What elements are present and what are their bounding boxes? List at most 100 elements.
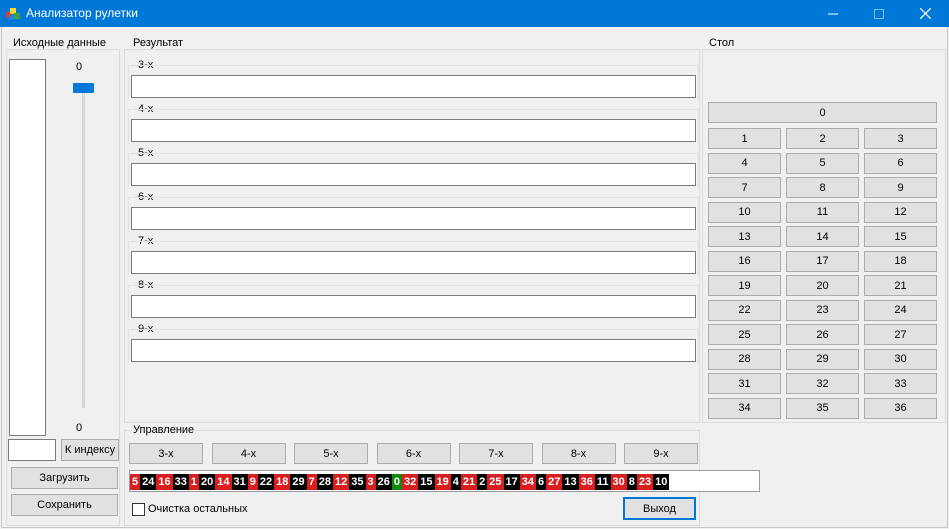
control-button-5[interactable]: 5-х xyxy=(294,443,368,464)
wheel-cell-6: 6 xyxy=(536,474,547,490)
table-number-18[interactable]: 18 xyxy=(864,250,937,272)
result-field-8[interactable] xyxy=(131,295,696,318)
table-number-2[interactable]: 2 xyxy=(786,128,859,149)
table-number-29[interactable]: 29 xyxy=(786,348,859,370)
table-number-17[interactable]: 17 xyxy=(786,250,859,272)
wheel-cell-31: 31 xyxy=(231,474,248,490)
wheel-strip: 5 24 16 33 1 20 14 31 9 22 18 29 7 28 12 35 3 26 0 32 15 19 4 2… xyxy=(129,470,760,492)
wheel-cell-23: 23 xyxy=(636,474,654,490)
result-field-9[interactable] xyxy=(131,339,696,362)
table-number-22[interactable]: 22 xyxy=(708,299,781,321)
table-number-26[interactable]: 26 xyxy=(786,324,859,345)
table-number-0[interactable]: 0 xyxy=(708,102,937,123)
wheel-cell-25: 25 xyxy=(487,474,504,490)
result-field-6[interactable] xyxy=(131,207,696,230)
wheel-cell-1: 1 xyxy=(188,474,199,490)
control-panel-title: Управление xyxy=(132,424,196,436)
table-number-4[interactable]: 4 xyxy=(708,152,781,174)
table-number-7[interactable]: 7 xyxy=(708,177,781,198)
result-panel-frame xyxy=(124,49,700,423)
wheel-cell-13: 13 xyxy=(562,474,579,490)
wheel-cell-21: 21 xyxy=(460,474,478,490)
result-field-7[interactable] xyxy=(131,251,696,274)
result-field-3[interactable] xyxy=(131,75,696,98)
wheel-cell-27: 27 xyxy=(546,474,563,490)
table-number-9[interactable]: 9 xyxy=(864,177,937,198)
wheel-cell-33: 33 xyxy=(172,474,189,490)
table-number-30[interactable]: 30 xyxy=(864,348,937,370)
save-button[interactable]: Сохранить xyxy=(11,494,118,516)
wheel-cell-16: 16 xyxy=(156,474,173,490)
table-number-12[interactable]: 12 xyxy=(864,201,937,223)
wheel-cell-4: 4 xyxy=(450,474,461,490)
trackbar-bottom-label: 0 xyxy=(76,422,83,434)
table-number-19[interactable]: 19 xyxy=(708,275,781,296)
table-number-20[interactable]: 20 xyxy=(786,275,859,296)
wheel-cell-3: 3 xyxy=(365,474,376,490)
wheel-cell-5: 5 xyxy=(130,474,141,490)
wheel-cell-32: 32 xyxy=(402,474,419,490)
control-button-6[interactable]: 6-х xyxy=(376,443,451,464)
wheel-cell-18: 18 xyxy=(274,474,291,490)
table-number-27[interactable]: 27 xyxy=(864,324,937,345)
title-bar[interactable]: Анализатор рулетки xyxy=(0,0,949,27)
load-button[interactable]: Загрузить xyxy=(11,467,118,489)
clear-others-checkbox[interactable] xyxy=(132,503,145,516)
table-number-3[interactable]: 3 xyxy=(864,128,937,149)
maximize-button[interactable] xyxy=(856,0,902,27)
maximize-icon xyxy=(874,8,884,19)
table-number-5[interactable]: 5 xyxy=(786,152,859,174)
table-number-34[interactable]: 34 xyxy=(708,397,781,419)
control-button-3[interactable]: 3-х xyxy=(129,443,203,464)
wheel-cell-14: 14 xyxy=(215,474,232,490)
wheel-cell-34: 34 xyxy=(519,474,536,490)
source-listbox[interactable] xyxy=(9,59,46,436)
table-number-23[interactable]: 23 xyxy=(786,299,859,321)
table-number-35[interactable]: 35 xyxy=(786,397,859,419)
result-field-4[interactable] xyxy=(131,119,696,142)
wheel-cell-29: 29 xyxy=(290,474,307,490)
wheel-strip-numbers: 5 24 16 33 1 20 14 31 9 22 18 29 7 28 12 35 3 26 0 32 15 19 4 2… xyxy=(130,474,670,490)
table-number-10[interactable]: 10 xyxy=(708,201,781,223)
clear-others-label: Очистка остальных xyxy=(148,503,248,515)
wheel-cell-19: 19 xyxy=(434,474,451,490)
wheel-cell-9: 9 xyxy=(247,474,258,490)
table-number-6[interactable]: 6 xyxy=(864,152,937,174)
control-button-9[interactable]: 9-х xyxy=(624,443,698,464)
wheel-cell-20: 20 xyxy=(199,474,216,490)
table-number-33[interactable]: 33 xyxy=(864,373,937,394)
table-number-21[interactable]: 21 xyxy=(864,275,937,296)
table-number-16[interactable]: 16 xyxy=(708,250,781,272)
control-button-7[interactable]: 7-х xyxy=(459,443,533,464)
table-number-8[interactable]: 8 xyxy=(786,177,859,198)
table-number-25[interactable]: 25 xyxy=(708,324,781,345)
exit-button[interactable]: Выход xyxy=(623,497,696,520)
wheel-cell-0: 0 xyxy=(391,474,402,490)
index-input[interactable] xyxy=(8,439,56,461)
wheel-cell-30: 30 xyxy=(610,474,627,490)
close-icon xyxy=(919,8,931,19)
close-button[interactable] xyxy=(902,0,948,27)
table-number-11[interactable]: 11 xyxy=(786,201,859,223)
minimize-button[interactable] xyxy=(810,0,856,27)
wheel-cell-11: 11 xyxy=(594,474,611,490)
table-number-1[interactable]: 1 xyxy=(708,128,781,149)
table-number-24[interactable]: 24 xyxy=(864,299,937,321)
trackbar-track[interactable] xyxy=(82,89,85,408)
table-number-15[interactable]: 15 xyxy=(864,226,937,247)
to-index-button[interactable]: К индексу xyxy=(61,439,119,461)
table-number-36[interactable]: 36 xyxy=(864,397,937,419)
table-number-28[interactable]: 28 xyxy=(708,348,781,370)
wheel-cell-36: 36 xyxy=(578,474,595,490)
wheel-cell-12: 12 xyxy=(333,474,350,490)
result-field-5[interactable] xyxy=(131,163,696,186)
table-number-13[interactable]: 13 xyxy=(708,226,781,247)
table-number-32[interactable]: 32 xyxy=(786,373,859,394)
wheel-cell-2: 2 xyxy=(477,474,488,490)
app-icon xyxy=(6,8,20,20)
trackbar-thumb[interactable] xyxy=(73,83,94,93)
table-number-14[interactable]: 14 xyxy=(786,226,859,247)
control-button-4[interactable]: 4-х xyxy=(211,443,286,464)
table-number-31[interactable]: 31 xyxy=(708,373,781,394)
control-button-8[interactable]: 8-х xyxy=(541,443,616,464)
